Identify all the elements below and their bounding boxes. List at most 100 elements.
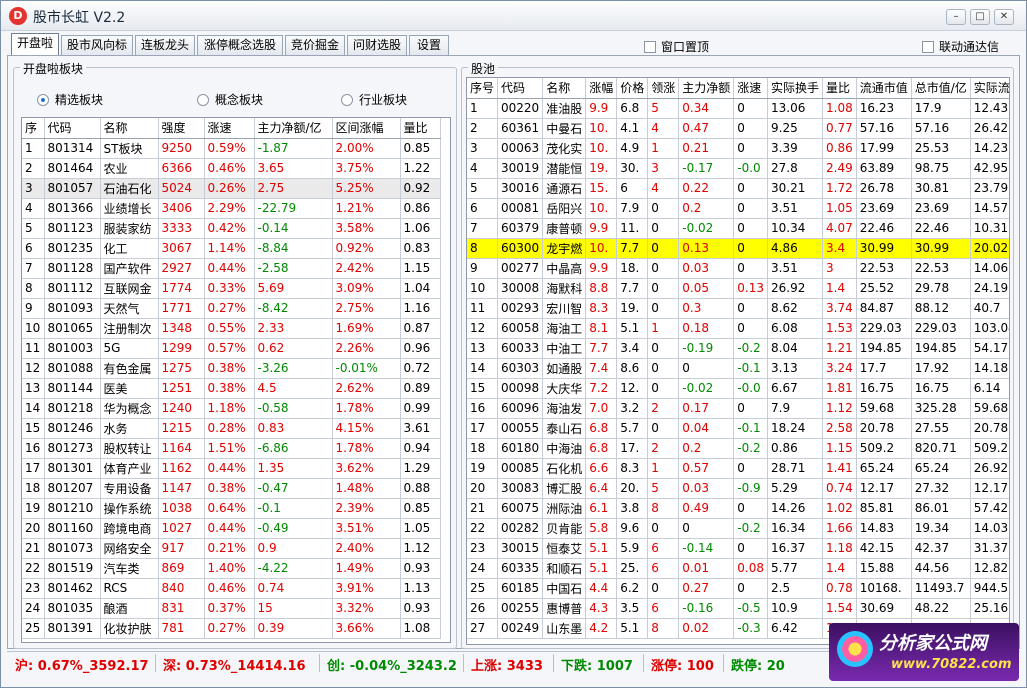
column-header[interactable]: 流通市值: [856, 78, 912, 99]
table-row[interactable]: 15 801246 水务 1215 0.28% 0.83 4.15% 3.61: [22, 418, 441, 439]
table-row[interactable]: 23 30015 恒泰艾 5.1 5.9 6 -0.14 0 16.37 1.18 42.15 42.…: [467, 538, 1009, 559]
table-row[interactable]: 19 00085 石化机 6.6 8.3 1 0.57 0 28.71 1.41 65.24 65.2…: [467, 458, 1009, 479]
table-row[interactable]: 10 801065 注册制次 1348 0.55% 2.33 1.69% 0.87: [22, 318, 441, 339]
table-row[interactable]: 18 801207 专用设备 1147 0.38% -0.47 1.48% 0.88: [22, 478, 441, 499]
radio-industry[interactable]: 行业板块: [341, 91, 407, 108]
table-row[interactable]: 5 30016 通源石 15. 6 4 0.22 0 30.21 1.72 26.78 30.81 23…: [467, 178, 1009, 199]
table-row[interactable]: 26 00255 惠博普 4.3 3.5 6 -0.16 -0.5 10.9 1.54 30.69 4…: [467, 598, 1009, 619]
tab-limit-concept[interactable]: 涨停概念选股: [197, 35, 283, 55]
table-row[interactable]: 16 60096 海油发 7.0 3.2 2 0.17 0 7.9 1.12 59.68 325.28…: [467, 398, 1009, 419]
radio-concept[interactable]: 概念板块: [197, 91, 263, 108]
table-row[interactable]: 10 30008 海默科 8.8 7.7 0 0.05 0.13 26.92 1.4 25.52 29…: [467, 278, 1009, 299]
table-row[interactable]: 11 801003 5G 1299 0.57% 0.62 2.26% 0.96: [22, 338, 441, 359]
table-row[interactable]: 6 801235 化工 3067 1.14% -8.84 0.92% 0.83: [22, 238, 441, 259]
pin-window-checkbox[interactable]: 窗口置顶: [644, 38, 709, 55]
table-row[interactable]: 9 00277 中晶高 9.9 18. 0 0.03 0 3.51 3 22.53 22.53 14.0…: [467, 258, 1009, 279]
table-row[interactable]: 23 801462 RCS 840 0.46% 0.74 3.91% 1.13: [22, 578, 441, 599]
table-row[interactable]: 3 801057 石油石化 5024 0.26% 2.75 5.25% 0.92: [22, 178, 441, 199]
table-row[interactable]: 22 00282 贝肯能 5.8 9.6 0 0 -0.2 16.34 1.66 14.83 19.3…: [467, 518, 1009, 539]
column-header[interactable]: 价格: [616, 78, 649, 99]
table-row[interactable]: 24 60335 和顺石 5.1 25. 6 0.01 0.08 5.77 1.4 15.88 44.…: [467, 558, 1009, 579]
column-header[interactable]: 代码: [497, 78, 544, 99]
table-row[interactable]: 22 801519 汽车类 869 1.40% -4.22 1.49% 0.93: [22, 558, 441, 579]
table-row[interactable]: 25 60185 中国石 4.4 6.2 0 0.27 0 2.5 0.78 10168. 11493…: [467, 578, 1009, 599]
minimize-button[interactable]: –: [946, 9, 966, 25]
table-row[interactable]: 1 00220 准油股 9.9 6.8 5 0.34 0 13.06 1.08 16.23 17.9 1…: [467, 98, 1009, 119]
table-row[interactable]: 15 00098 大庆华 7.2 12. 0 -0.02 -0.0 6.67 1.81 16.75 1…: [467, 378, 1009, 399]
radio-dot-icon[interactable]: [341, 94, 353, 106]
column-header[interactable]: 量比: [400, 118, 441, 139]
tab-limit-leaders[interactable]: 连板龙头: [135, 35, 195, 55]
table-row[interactable]: 1 801314 ST板块 9250 0.59% -1.87 2.00% 0.85: [22, 138, 441, 159]
maximize-button[interactable]: □: [970, 9, 990, 25]
tab-settings[interactable]: 设置: [409, 35, 449, 55]
tab-wencai[interactable]: 问财选股: [347, 35, 407, 55]
table-row[interactable]: 12 801088 有色金属 1275 0.38% -3.26 -0.01% 0.72: [22, 358, 441, 379]
table-row[interactable]: 20 801160 跨境电商 1027 0.44% -0.49 3.51% 1.05: [22, 518, 441, 539]
table-row[interactable]: 11 00293 宏川智 8.3 19. 0 0.3 0 8.62 3.74 84.87 88.12 4…: [467, 298, 1009, 319]
tab-auction[interactable]: 竞价掘金: [285, 35, 345, 55]
table-row[interactable]: 8 60300 龙宇燃 10. 7.7 0 0.13 0 4.86 3.4 30.99 30.99 20…: [467, 238, 1009, 259]
table-row[interactable]: 5 801123 服装家纺 3333 0.42% -0.14 3.58% 1.06: [22, 218, 441, 239]
table-row[interactable]: 16 801273 股权转让 1164 1.51% -6.86 1.78% 0.94: [22, 438, 441, 459]
column-header[interactable]: 领涨: [647, 78, 680, 99]
table-row[interactable]: 7 801128 国产软件 2927 0.44% -2.58 2.42% 1.15: [22, 258, 441, 279]
table-row[interactable]: 14 60303 如通股 7.4 8.6 0 0 -0.1 3.13 3.24 17.7 17.92 1…: [467, 358, 1009, 379]
close-button[interactable]: ✕: [994, 9, 1014, 25]
column-header[interactable]: 实际流通: [970, 78, 1009, 99]
column-header[interactable]: 序号: [467, 78, 499, 99]
sector-table[interactable]: 序代码 名称 强度 涨速 主力净额/亿 区间涨幅 量比 1 801314 ST板块 9250 0.5…: [21, 117, 451, 643]
checkbox-box[interactable]: [922, 41, 934, 53]
table-row[interactable]: 21 60075 洲际油 6.1 3.8 8 0.49 0 14.26 1.02 85.81 86.0…: [467, 498, 1009, 519]
table-row[interactable]: 13 60033 中油工 7.7 3.4 0 -0.19 -0.2 8.04 1.21 194.85…: [467, 338, 1009, 359]
table-row[interactable]: 2 60361 中曼石 10. 4.1 4 0.47 0 9.25 0.77 57.16 57.16 2…: [467, 118, 1009, 139]
column-header[interactable]: 序: [22, 118, 45, 139]
table-row[interactable]: 12 60058 海油工 8.1 5.1 1 0.18 0 6.08 1.53 229.03 229.…: [467, 318, 1009, 339]
stock-pool-table[interactable]: 序号代码名称涨幅价格领涨主力净额涨速实际换手量比流通市值总市值/亿实际流通净流占…: [466, 77, 1010, 645]
column-header[interactable]: 涨速: [733, 78, 768, 99]
table-row[interactable]: 18 60180 中海油 6.8 17. 2 0.2 -0.2 0.86 1.15 509.2 820…: [467, 438, 1009, 459]
tab-market-vane[interactable]: 股市风向标: [61, 35, 133, 55]
table-cell: ST板块: [100, 138, 159, 159]
column-header[interactable]: 量比: [822, 78, 857, 99]
table-row[interactable]: 4 30019 潜能恒 19. 30. 3 -0.17 -0.0 27.8 2.49 63.89 98…: [467, 158, 1009, 179]
table-row[interactable]: 4 801366 业绩增长 3406 2.29% -22.79 1.21% 0.86: [22, 198, 441, 219]
column-header[interactable]: 主力净额/亿: [254, 118, 333, 139]
column-header[interactable]: 涨幅: [585, 78, 618, 99]
radio-featured[interactable]: 精选板块: [37, 91, 103, 108]
table-row[interactable]: 14 801218 华为概念 1240 1.18% -0.58 1.78% 0.99: [22, 398, 441, 419]
column-header[interactable]: 代码: [44, 118, 101, 139]
column-header[interactable]: 名称: [100, 118, 159, 139]
column-header[interactable]: 区间涨幅: [332, 118, 401, 139]
table-row[interactable]: 6 00081 岳阳兴 10. 7.9 0 0.2 0 3.51 1.05 23.69 23.69 14…: [467, 198, 1009, 219]
table-cell: 0.55%: [204, 318, 255, 339]
column-header[interactable]: 总市值/亿: [911, 78, 971, 99]
table-row[interactable]: 24 801035 酿酒 831 0.37% 15 3.32% 0.93: [22, 598, 441, 619]
table-row[interactable]: 13 801144 医美 1251 0.38% 4.5 2.62% 0.89: [22, 378, 441, 399]
table-row[interactable]: 20 30083 博汇股 6.4 20. 5 0.03 -0.9 5.29 0.74 12.17 27…: [467, 478, 1009, 499]
table-row[interactable]: 25 801391 化妆护肤 781 0.27% 0.39 3.66% 1.08: [22, 618, 441, 639]
table-row[interactable]: 21 801073 网络安全 917 0.21% 0.9 2.40% 1.12: [22, 538, 441, 559]
table-cell: 16: [467, 398, 499, 419]
table-row[interactable]: 3 00063 茂化实 10. 4.9 1 0.21 0 3.39 0.86 17.99 25.53 1…: [467, 138, 1009, 159]
table-cell: 1: [647, 318, 680, 339]
link-tdx-checkbox[interactable]: 联动通达信: [922, 38, 999, 55]
column-header[interactable]: 强度: [158, 118, 205, 139]
table-row[interactable]: 19 801210 操作系统 1038 0.64% -0.1 2.39% 0.85: [22, 498, 441, 519]
column-header[interactable]: 主力净额: [678, 78, 735, 99]
table-row[interactable]: 17 801301 体育产业 1162 0.44% 1.35 3.62% 1.29: [22, 458, 441, 479]
table-cell: 0.92%: [332, 238, 401, 259]
table-row[interactable]: 17 00055 泰山石 6.8 5.7 0 0.04 -0.1 18.24 2.58 20.78 2…: [467, 418, 1009, 439]
table-row[interactable]: 8 801112 互联网金 1774 0.33% 5.69 3.09% 1.04: [22, 278, 441, 299]
column-header[interactable]: 实际换手: [767, 78, 824, 99]
checkbox-box[interactable]: [644, 41, 656, 53]
column-header[interactable]: 涨速: [204, 118, 255, 139]
radio-dot-icon[interactable]: [197, 94, 209, 106]
table-cell: 0.39: [254, 618, 333, 639]
table-row[interactable]: 9 801093 天然气 1771 0.27% -8.42 2.75% 1.16: [22, 298, 441, 319]
radio-dot-icon[interactable]: [37, 94, 49, 106]
table-row[interactable]: 2 801464 农业 6366 0.46% 3.65 3.75% 1.22: [22, 158, 441, 179]
column-header[interactable]: 名称: [542, 78, 587, 99]
tab-kaipanla[interactable]: 开盘啦: [11, 33, 59, 55]
table-row[interactable]: 7 60379 康普顿 9.9 11. 0 -0.02 0 10.34 4.07 22.46 22.4…: [467, 218, 1009, 239]
